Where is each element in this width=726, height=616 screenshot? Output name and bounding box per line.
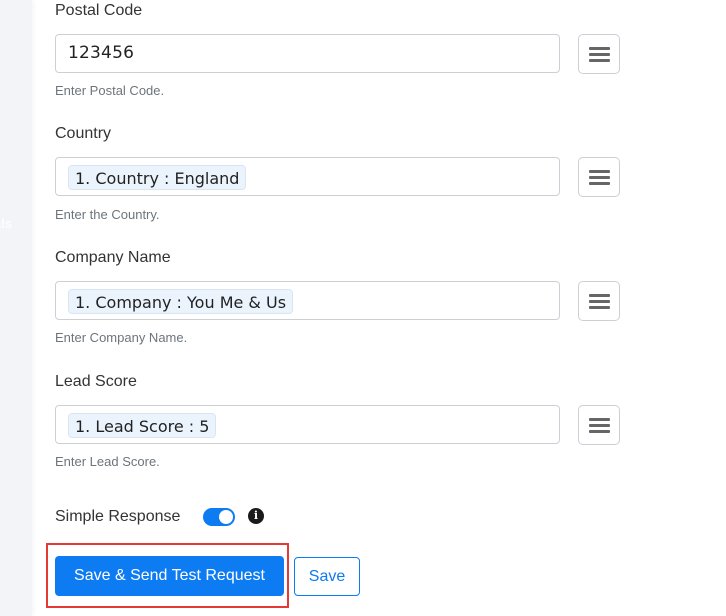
company-name-input[interactable]: 1. Company : You Me & Us: [55, 281, 560, 320]
country-help: Enter the Country.: [55, 207, 160, 222]
country-chip[interactable]: 1. Country : England: [68, 165, 247, 190]
postal-code-menu-button[interactable]: [578, 34, 620, 74]
company-name-label: Company Name: [55, 249, 171, 266]
save-button[interactable]: Save: [294, 557, 360, 596]
sidebar-partial-label[interactable]: als: [0, 216, 12, 231]
country-label: Country: [55, 125, 112, 142]
postal-code-help: Enter Postal Code.: [55, 83, 165, 98]
postal-code-input[interactable]: 123456: [55, 34, 560, 73]
country-menu-button[interactable]: [578, 157, 620, 197]
lead-score-menu-button[interactable]: [578, 405, 620, 445]
toggle-knob: [219, 510, 233, 524]
lead-score-help: Enter Lead Score.: [55, 454, 160, 469]
company-name-chip[interactable]: 1. Company : You Me & Us: [68, 289, 294, 314]
info-icon[interactable]: i: [248, 508, 264, 524]
simple-response-toggle[interactable]: [203, 508, 235, 526]
sidebar: als: [0, 0, 32, 616]
company-name-menu-button[interactable]: [578, 281, 620, 321]
company-name-help: Enter Company Name.: [55, 330, 188, 345]
postal-code-value: 123456: [68, 43, 135, 63]
country-input[interactable]: 1. Country : England: [55, 157, 560, 196]
simple-response-label: Simple Response: [55, 508, 181, 525]
postal-code-label: Postal Code: [55, 2, 143, 19]
lead-score-label: Lead Score: [55, 373, 137, 390]
lead-score-chip[interactable]: 1. Lead Score : 5: [68, 413, 217, 438]
lead-score-input[interactable]: 1. Lead Score : 5: [55, 405, 560, 444]
save-and-send-test-request-button[interactable]: Save & Send Test Request: [55, 556, 284, 596]
